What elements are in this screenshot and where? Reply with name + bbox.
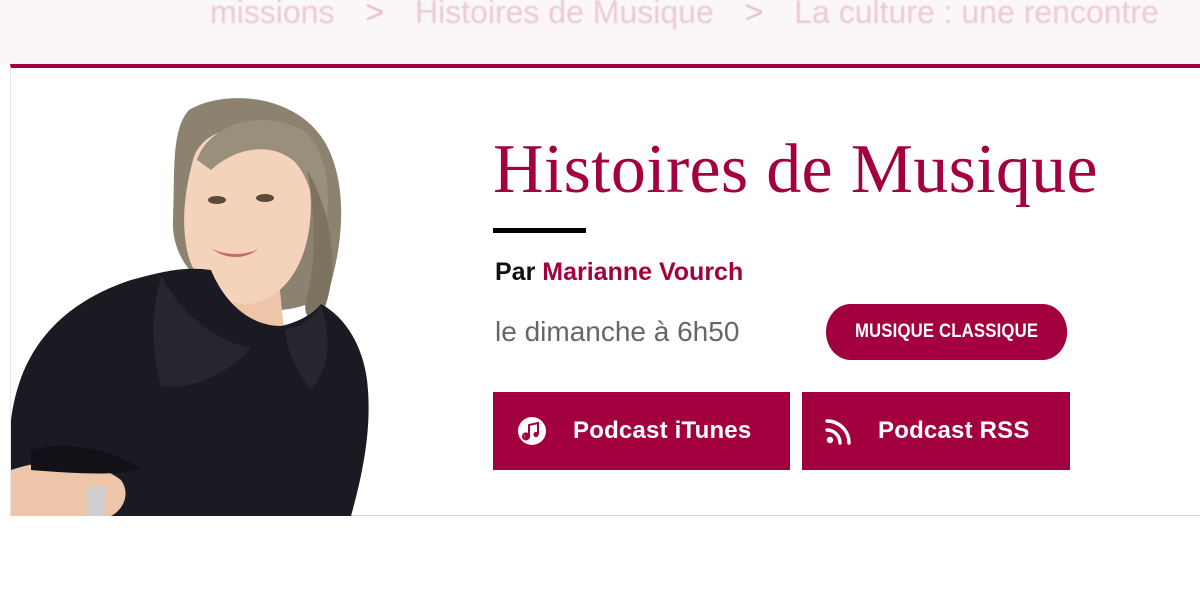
host-portrait: [11, 90, 371, 516]
program-author: Par Marianne Vourch: [495, 258, 743, 287]
podcast-itunes-label: Podcast iTunes: [573, 417, 752, 444]
podcast-rss-button[interactable]: Podcast RSS: [802, 392, 1070, 470]
breadcrumb-item-episode: La culture : une rencontre: [794, 0, 1159, 30]
breadcrumb-separator: >: [365, 0, 385, 30]
music-note-icon: [517, 416, 547, 446]
podcast-itunes-button[interactable]: Podcast iTunes: [493, 392, 790, 470]
podcast-rss-label: Podcast RSS: [878, 417, 1030, 444]
breadcrumb-item-emissions[interactable]: missions: [210, 0, 334, 30]
title-underline: [493, 228, 586, 233]
breadcrumb-item-program[interactable]: Histoires de Musique: [415, 0, 714, 30]
breadcrumb: missions > Histoires de Musique > La cul…: [210, 0, 1181, 31]
author-name-link[interactable]: Marianne Vourch: [542, 258, 743, 286]
program-title: Histoires de Musique: [493, 131, 1098, 208]
rss-icon: [824, 416, 854, 446]
breadcrumb-separator: >: [744, 0, 764, 30]
genre-tag-button[interactable]: MUSIQUE CLASSIQUE: [826, 304, 1068, 360]
program-header-card: Histoires de Musique Par Marianne Vourch…: [10, 64, 1200, 516]
breadcrumb-bar: missions > Histoires de Musique > La cul…: [0, 0, 1200, 64]
broadcast-schedule: le dimanche à 6h50: [495, 316, 740, 347]
author-prefix: Par: [495, 258, 536, 286]
